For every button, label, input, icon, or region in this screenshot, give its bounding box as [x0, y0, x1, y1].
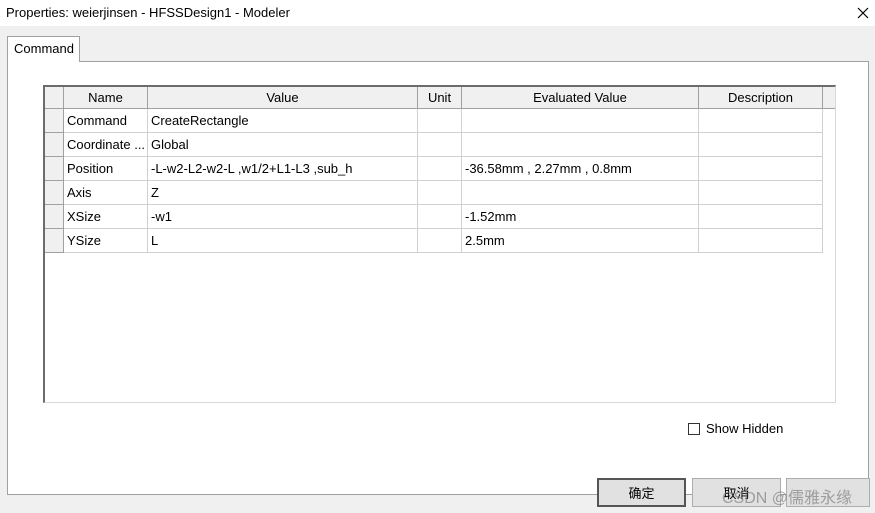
cell-unit[interactable] — [418, 157, 462, 181]
close-icon — [857, 7, 869, 19]
cell-unit[interactable] — [418, 181, 462, 205]
column-header-value[interactable]: Value — [148, 87, 418, 109]
column-header-filler — [823, 87, 835, 109]
tab-command[interactable]: Command — [7, 36, 80, 62]
cell-description[interactable] — [699, 109, 823, 133]
cell-evaluated-value — [462, 133, 699, 157]
cell-name[interactable]: YSize — [64, 229, 148, 253]
row-header[interactable] — [45, 157, 64, 181]
cell-evaluated-value: -1.52mm — [462, 205, 699, 229]
cell-value[interactable]: CreateRectangle — [148, 109, 418, 133]
column-header-name[interactable]: Name — [64, 87, 148, 109]
title-bar: Properties: weierjinsen - HFSSDesign1 - … — [0, 0, 875, 26]
row-header[interactable] — [45, 181, 64, 205]
cell-unit[interactable] — [418, 133, 462, 157]
ok-button[interactable]: 确定 — [597, 478, 686, 507]
tab-command-label: Command — [14, 41, 74, 56]
cell-description[interactable] — [699, 133, 823, 157]
cell-description[interactable] — [699, 229, 823, 253]
show-hidden-label: Show Hidden — [706, 421, 784, 436]
close-button[interactable] — [852, 2, 874, 24]
cell-value[interactable]: Z — [148, 181, 418, 205]
row-header[interactable] — [45, 133, 64, 157]
cell-name[interactable]: XSize — [64, 205, 148, 229]
cell-evaluated-value — [462, 181, 699, 205]
cell-description[interactable] — [699, 157, 823, 181]
cell-evaluated-value: 2.5mm — [462, 229, 699, 253]
dialog-body: Command Name Value Unit Evaluated Value … — [0, 26, 875, 513]
row-header[interactable] — [45, 205, 64, 229]
cell-evaluated-value — [462, 109, 699, 133]
row-header[interactable] — [45, 109, 64, 133]
cell-unit[interactable] — [418, 229, 462, 253]
cell-value[interactable]: L — [148, 229, 418, 253]
row-header[interactable] — [45, 229, 64, 253]
cell-unit[interactable] — [418, 109, 462, 133]
tab-panel-command: Name Value Unit Evaluated Value Descript… — [7, 61, 869, 495]
cell-value[interactable]: Global — [148, 133, 418, 157]
cell-description[interactable] — [699, 181, 823, 205]
column-header-evaluated-value[interactable]: Evaluated Value — [462, 87, 699, 109]
cell-value[interactable]: -L-w2-L2-w2-L ,w1/2+L1-L3 ,sub_h — [148, 157, 418, 181]
window-title: Properties: weierjinsen - HFSSDesign1 - … — [6, 5, 290, 20]
column-header-description[interactable]: Description — [699, 87, 823, 109]
show-hidden-option[interactable]: Show Hidden — [688, 421, 783, 436]
show-hidden-checkbox[interactable] — [688, 422, 700, 435]
grid-corner — [45, 87, 64, 109]
cell-description[interactable] — [699, 205, 823, 229]
cell-unit[interactable] — [418, 205, 462, 229]
cell-value[interactable]: -w1 — [148, 205, 418, 229]
cell-evaluated-value: -36.58mm , 2.27mm , 0.8mm — [462, 157, 699, 181]
cell-name[interactable]: Position — [64, 157, 148, 181]
watermark: CSDN @儒雅永缘 — [722, 490, 853, 507]
properties-grid: Name Value Unit Evaluated Value Descript… — [43, 85, 836, 403]
column-header-unit[interactable]: Unit — [418, 87, 462, 109]
cell-name[interactable]: Command — [64, 109, 148, 133]
cell-name[interactable]: Axis — [64, 181, 148, 205]
cell-name[interactable]: Coordinate ... — [64, 133, 148, 157]
